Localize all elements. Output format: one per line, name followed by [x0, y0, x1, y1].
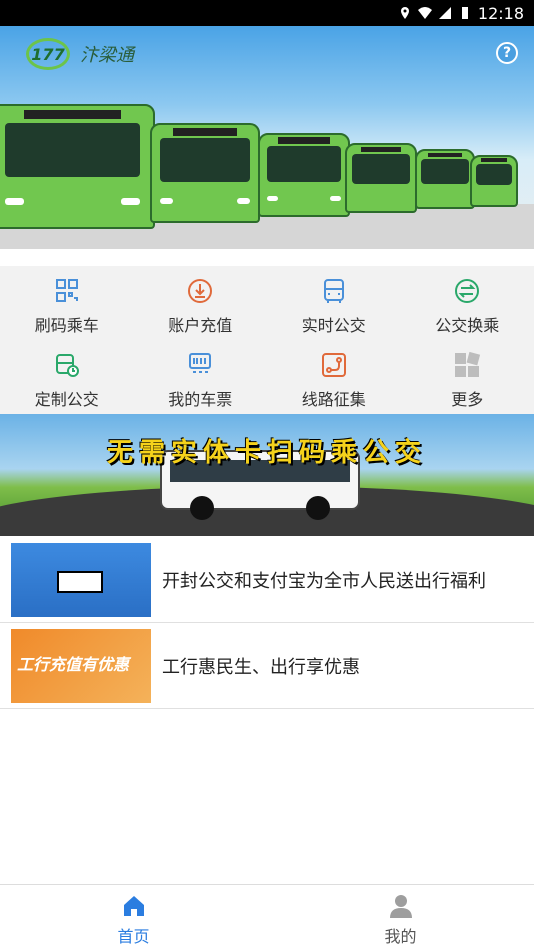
route-icon [321, 353, 346, 377]
menu-item-route-collect[interactable]: 线路征集 [267, 340, 401, 414]
menu-item-recharge[interactable]: 账户充值 [134, 266, 268, 340]
app-name: 汴梁通 [80, 45, 134, 66]
home-icon [123, 896, 144, 916]
banner-text: 无需实体卡扫码乘公交 [106, 438, 427, 468]
qr-code-icon [57, 570, 103, 593]
logo-mark: 177 [26, 38, 70, 70]
app-logo: 177 汴梁通 [26, 38, 134, 70]
bottom-tab-bar: 首页 我的 [0, 884, 534, 950]
menu-item-realtime-bus[interactable]: 实时公交 [267, 266, 401, 340]
ticket-icon [189, 353, 212, 373]
menu-label: 刷码乘车 [34, 316, 99, 335]
menu-label: 账户充值 [168, 316, 233, 335]
bus-image [258, 133, 350, 217]
news-thumbnail: 工行充值有优惠 [11, 628, 151, 703]
bus-image [470, 155, 518, 207]
menu-item-custom-bus[interactable]: 定制公交 [0, 340, 134, 414]
news-thumbnail [11, 542, 151, 617]
custom-bus-icon [55, 354, 79, 377]
bus-image [415, 149, 475, 209]
menu-item-my-tickets[interactable]: 我的车票 [134, 340, 268, 414]
promo-banner[interactable]: 无需实体卡扫码乘公交 [0, 414, 534, 536]
tab-home[interactable]: 首页 [0, 885, 267, 950]
tab-label: 我的 [384, 927, 417, 946]
news-item[interactable]: 工行充值有优惠 工行惠民生、出行享优惠 [0, 623, 534, 709]
person-icon [389, 895, 412, 918]
status-time: 12:18 [477, 3, 524, 23]
tab-me[interactable]: 我的 [267, 885, 534, 950]
news-title: 工行惠民生、出行享优惠 [162, 656, 360, 678]
status-bar: 12:18 [0, 0, 534, 26]
qr-scan-icon [55, 279, 78, 302]
recharge-icon [188, 279, 213, 303]
wifi-icon [417, 7, 432, 19]
menu-label: 定制公交 [34, 390, 99, 409]
news-thumb-text: 工行充值有优惠 [17, 654, 130, 674]
menu-label: 更多 [451, 390, 484, 409]
menu-item-transfer[interactable]: 公交换乘 [401, 266, 534, 340]
news-title: 开封公交和支付宝为全市人民送出行福利 [162, 570, 486, 592]
menu-label: 实时公交 [301, 316, 366, 335]
bus-icon [323, 279, 344, 303]
more-grid-icon [455, 351, 481, 377]
function-grid: 刷码乘车 账户充值 实时公交 公交换乘 定制公交 我的车票 线路征集 更多 [0, 266, 534, 414]
battery-icon [461, 7, 468, 19]
signal-icon [438, 7, 451, 19]
menu-item-more[interactable]: 更多 [401, 340, 534, 414]
transfer-icon [455, 279, 480, 303]
menu-label: 线路征集 [301, 390, 366, 409]
menu-label: 我的车票 [168, 390, 233, 409]
menu-item-scan-ride[interactable]: 刷码乘车 [0, 266, 134, 340]
bus-image [150, 123, 260, 223]
menu-label: 公交换乘 [435, 316, 500, 335]
help-icon[interactable]: ? [496, 42, 518, 64]
hero-banner: 177 汴梁通 ? [0, 26, 534, 249]
news-item[interactable]: 开封公交和支付宝为全市人民送出行福利 [0, 537, 534, 623]
bus-image [345, 143, 417, 213]
tab-label: 首页 [117, 927, 150, 946]
bus-image [0, 104, 155, 229]
location-icon [400, 7, 409, 19]
